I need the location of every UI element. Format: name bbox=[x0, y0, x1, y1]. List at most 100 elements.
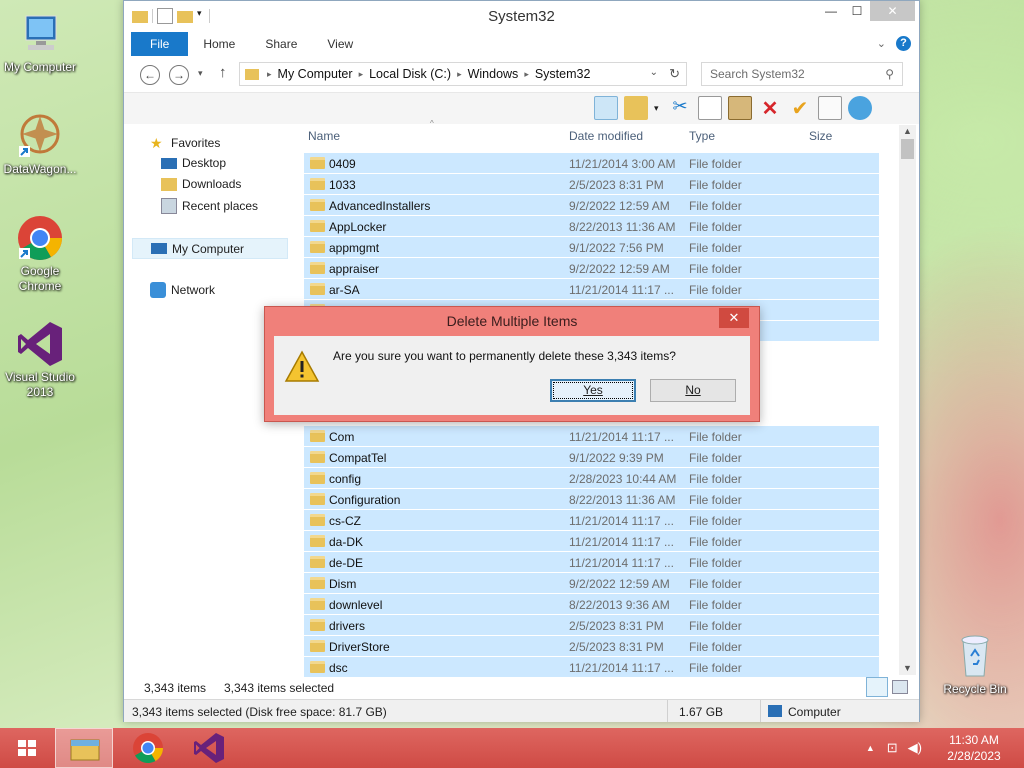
folder-icon bbox=[310, 220, 325, 232]
table-row[interactable]: drivers 2/5/2023 8:31 PM File folder bbox=[304, 615, 879, 636]
scroll-down-icon[interactable]: ▼ bbox=[903, 663, 912, 673]
file-date: 11/21/2014 11:17 ... bbox=[569, 283, 674, 297]
table-row[interactable]: appraiser 9/2/2022 12:59 AM File folder bbox=[304, 258, 879, 279]
back-button[interactable]: ← bbox=[140, 65, 160, 85]
table-row[interactable]: dsc 11/21/2014 11:17 ... File folder bbox=[304, 657, 879, 678]
desktop-icon-my-computer[interactable]: My Computer bbox=[0, 10, 80, 75]
file-name: 1033 bbox=[329, 178, 356, 192]
dialog-title: Delete Multiple Items bbox=[446, 313, 578, 329]
details-bar: 3,343 items selected (Disk free space: 8… bbox=[124, 699, 919, 722]
table-row[interactable]: 1033 2/5/2023 8:31 PM File folder bbox=[304, 174, 879, 195]
copy-icon[interactable] bbox=[698, 96, 722, 120]
file-date: 2/5/2023 8:31 PM bbox=[569, 640, 664, 654]
table-row[interactable]: Com 11/21/2014 11:17 ... File folder bbox=[304, 426, 879, 447]
details-view-icon[interactable] bbox=[866, 677, 888, 697]
table-row[interactable]: AppLocker 8/22/2013 11:36 AM File folder bbox=[304, 216, 879, 237]
dropdown-icon[interactable]: ▾ bbox=[654, 96, 662, 120]
volume-icon[interactable]: ◀) bbox=[908, 740, 922, 756]
table-row[interactable]: Configuration 8/22/2013 11:36 AM File fold… bbox=[304, 489, 879, 510]
table-row[interactable]: de-DE 11/21/2014 11:17 ... File folder bbox=[304, 552, 879, 573]
table-row[interactable]: 0409 11/21/2014 3:00 AM File folder bbox=[304, 153, 879, 174]
table-row[interactable]: CompatTel 9/1/2022 9:39 PM File folder bbox=[304, 447, 879, 468]
preview-pane-icon[interactable] bbox=[594, 96, 618, 120]
table-row[interactable]: appmgmt 9/1/2022 7:56 PM File folder bbox=[304, 237, 879, 258]
search-icon: ⚲ bbox=[885, 67, 894, 81]
taskbar-file-explorer[interactable] bbox=[55, 728, 113, 768]
tab-file[interactable]: File bbox=[131, 32, 189, 56]
nav-desktop[interactable]: Desktop bbox=[161, 156, 226, 170]
table-row[interactable]: ar-SA 11/21/2014 11:17 ... File folder bbox=[304, 279, 879, 300]
desktop-icon-visual-studio[interactable]: Visual Studio 2013 bbox=[0, 320, 80, 400]
title-bar: ▾ System32 — ☐ ✕ bbox=[124, 1, 919, 32]
table-row[interactable]: cs-CZ 11/21/2014 11:17 ... File folder bbox=[304, 510, 879, 531]
delete-icon[interactable]: ✕ bbox=[758, 96, 782, 120]
folder-icon bbox=[310, 430, 325, 442]
scrollbar-thumb[interactable] bbox=[901, 139, 914, 159]
maximize-button[interactable]: ☐ bbox=[844, 1, 870, 21]
forward-button[interactable]: → bbox=[169, 65, 189, 85]
file-name: 0409 bbox=[329, 157, 356, 171]
table-row[interactable]: downlevel 8/22/2013 9:36 AM File folder bbox=[304, 594, 879, 615]
dialog-close-button[interactable]: ✕ bbox=[719, 308, 749, 328]
nav-network[interactable]: Network bbox=[150, 282, 215, 298]
start-button[interactable] bbox=[0, 728, 55, 768]
no-button[interactable]: No bbox=[650, 379, 736, 402]
nav-downloads[interactable]: Downloads bbox=[161, 177, 241, 191]
breadcrumb-system32[interactable]: System32 bbox=[531, 67, 595, 81]
file-name: dsc bbox=[329, 661, 348, 675]
taskbar-chrome[interactable] bbox=[118, 728, 178, 768]
file-type: File folder bbox=[689, 220, 742, 234]
up-arrow-icon[interactable]: ↑ bbox=[219, 64, 227, 81]
tab-home[interactable]: Home bbox=[188, 32, 250, 56]
breadcrumb-windows[interactable]: Windows bbox=[464, 67, 523, 81]
table-row[interactable]: da-DK 11/21/2014 11:17 ... File folder bbox=[304, 531, 879, 552]
column-date-modified[interactable]: Date modified bbox=[569, 129, 643, 143]
table-row[interactable]: DriverStore 2/5/2023 8:31 PM File folder bbox=[304, 636, 879, 657]
minimize-button[interactable]: — bbox=[818, 1, 844, 21]
table-row[interactable]: Dism 9/2/2022 12:59 AM File folder bbox=[304, 573, 879, 594]
clock[interactable]: 11:30 AM 2/28/2023 bbox=[936, 732, 1012, 764]
yes-button[interactable]: Yes bbox=[550, 379, 636, 402]
column-type[interactable]: Type bbox=[689, 129, 715, 143]
show-hidden-icons[interactable]: ▲ bbox=[866, 743, 875, 753]
close-button[interactable]: ✕ bbox=[870, 1, 915, 21]
tab-view[interactable]: View bbox=[312, 32, 368, 56]
expand-ribbon-icon[interactable]: ⌄ bbox=[877, 37, 886, 50]
network-icon[interactable]: ⊡ bbox=[887, 740, 898, 756]
table-row[interactable]: config 2/28/2023 10:44 AM File folder bbox=[304, 468, 879, 489]
address-dropdown-icon[interactable]: ⌄ bbox=[650, 67, 658, 78]
address-bar[interactable]: ▸ My Computer ▸ Local Disk (C:) ▸ Window… bbox=[239, 62, 687, 86]
file-date: 2/5/2023 8:31 PM bbox=[569, 178, 664, 192]
cut-icon[interactable]: ✂ bbox=[668, 96, 692, 120]
desktop-icon-recycle-bin[interactable]: Recycle Bin bbox=[935, 632, 1015, 697]
sort-ascending-icon: ^ bbox=[430, 119, 434, 128]
rename-icon[interactable]: ✔ bbox=[788, 96, 812, 120]
file-date: 2/5/2023 8:31 PM bbox=[569, 619, 664, 633]
paste-icon[interactable] bbox=[728, 96, 752, 120]
scroll-up-icon[interactable]: ▲ bbox=[903, 126, 912, 136]
recent-locations-icon[interactable]: ▾ bbox=[198, 68, 203, 79]
taskbar-visual-studio[interactable] bbox=[178, 728, 238, 768]
nav-recent-places[interactable]: Recent places bbox=[161, 198, 258, 214]
refresh-icon[interactable]: ↻ bbox=[669, 66, 680, 82]
desktop-icon-google-chrome[interactable]: Google Chrome bbox=[0, 214, 80, 294]
breadcrumb-local-disk[interactable]: Local Disk (C:) bbox=[365, 67, 455, 81]
properties-icon[interactable] bbox=[818, 96, 842, 120]
globe-icon[interactable] bbox=[848, 96, 872, 120]
desktop-icon-datawagon[interactable]: DataWagon... bbox=[0, 112, 80, 177]
yes-label: Yes bbox=[583, 383, 603, 397]
nav-my-computer[interactable]: My Computer bbox=[132, 238, 288, 259]
vertical-scrollbar[interactable]: ▲ ▼ bbox=[899, 125, 916, 675]
help-icon[interactable]: ? bbox=[896, 36, 911, 51]
details-location: Computer bbox=[788, 705, 841, 719]
large-icons-view-icon[interactable] bbox=[892, 680, 908, 694]
column-name[interactable]: Name bbox=[308, 129, 340, 143]
chrome-icon bbox=[133, 733, 163, 764]
table-row[interactable]: AdvancedInstallers 9/2/2022 12:59 AM File … bbox=[304, 195, 879, 216]
column-size[interactable]: Size bbox=[809, 129, 832, 143]
search-input[interactable]: Search System32 ⚲ bbox=[701, 62, 903, 86]
nav-favorites[interactable]: ★ Favorites bbox=[150, 135, 220, 151]
breadcrumb-my-computer[interactable]: My Computer bbox=[274, 67, 357, 81]
select-folder-icon[interactable] bbox=[624, 96, 648, 120]
tab-share[interactable]: Share bbox=[250, 32, 312, 56]
